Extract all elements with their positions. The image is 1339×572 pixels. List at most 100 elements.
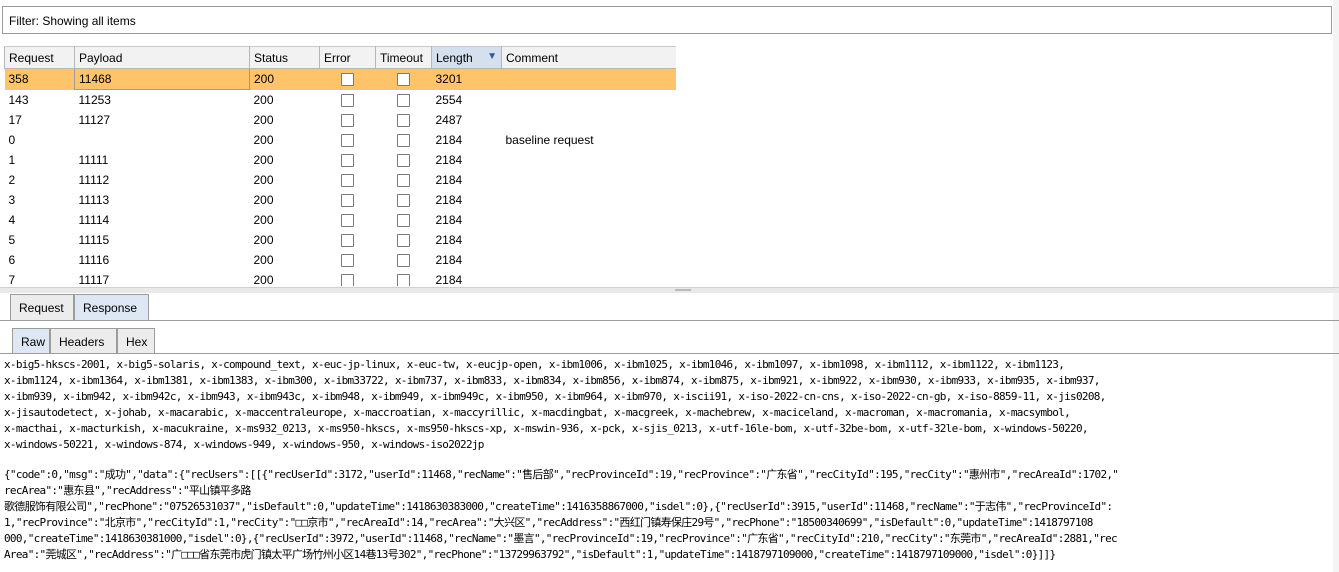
column-header-payload[interactable]: Payload	[74, 46, 250, 69]
table-row[interactable]: 4 11114 200 2184	[5, 210, 677, 230]
cell-error	[320, 170, 376, 190]
tab-response[interactable]: Response	[74, 294, 149, 320]
error-checkbox[interactable]	[341, 93, 354, 107]
timeout-checkbox[interactable]	[397, 194, 410, 208]
filter-text: Filter: Showing all items	[9, 14, 136, 28]
response-text-line: 歌德服饰有限公司","recPhone":"07526531037","isDe…	[4, 500, 1113, 513]
cell-request: 0	[8, 133, 16, 147]
column-header-comment[interactable]: Comment	[501, 46, 676, 69]
error-checkbox[interactable]	[341, 274, 354, 286]
error-checkbox[interactable]	[341, 254, 354, 268]
table-row[interactable]: 0 200 2184 baseline request	[5, 130, 677, 150]
cell-error	[320, 230, 376, 250]
tab-divider	[0, 320, 1339, 321]
cell-comment	[502, 190, 677, 210]
cell-request: 143	[8, 92, 29, 107]
column-header-request[interactable]: Request	[4, 46, 75, 69]
column-header-length-label: Length	[436, 50, 473, 65]
response-text-line: {"code":0,"msg":"成功","data":{"recUsers":…	[4, 468, 1119, 481]
table-row[interactable]: 143 11253 200 2554	[5, 90, 677, 111]
cell-payload: 11112	[78, 173, 110, 187]
column-header-status[interactable]: Status	[249, 46, 320, 69]
timeout-checkbox[interactable]	[397, 134, 410, 148]
cell-comment	[502, 250, 677, 270]
tab-headers[interactable]: Headers	[50, 328, 117, 354]
cell-request: 1	[8, 153, 16, 167]
cell-length: 2184	[435, 173, 463, 187]
column-header-length[interactable]: Length ▼	[431, 46, 502, 69]
cell-error	[320, 270, 376, 286]
cell-timeout	[376, 110, 432, 130]
error-checkbox[interactable]	[341, 114, 354, 128]
error-checkbox[interactable]	[341, 174, 354, 188]
pane-divider[interactable]	[0, 287, 1339, 293]
error-checkbox[interactable]	[341, 194, 354, 208]
cell-status: 200	[253, 233, 274, 247]
cell-status: 200	[253, 213, 274, 227]
cell-error	[320, 250, 376, 270]
table-row[interactable]: 17 11127 200 2487	[5, 110, 677, 130]
table-row[interactable]: 1 11111 200 2184	[5, 150, 677, 170]
cell-payload: 11115	[78, 233, 110, 247]
cell-status: 200	[253, 273, 274, 286]
cell-payload: 11127	[78, 113, 111, 127]
cell-status: 200	[253, 193, 274, 207]
cell-timeout	[376, 190, 432, 210]
table-row[interactable]: 6 11116 200 2184	[5, 250, 677, 270]
cell-comment	[502, 110, 677, 130]
cell-length: 2487	[435, 113, 463, 127]
cell-length: 2184	[435, 273, 463, 286]
cell-payload: 11116	[78, 253, 110, 267]
error-checkbox[interactable]	[341, 73, 354, 87]
cell-timeout	[375, 68, 432, 90]
tab-request[interactable]: Request	[10, 294, 74, 320]
divider-grip-icon[interactable]	[675, 289, 691, 291]
column-header-error[interactable]: Error	[319, 46, 376, 69]
cell-status: 200	[249, 68, 320, 90]
cell-comment	[502, 170, 677, 190]
timeout-checkbox[interactable]	[397, 254, 410, 268]
timeout-checkbox[interactable]	[397, 234, 410, 248]
tab-raw[interactable]: Raw	[12, 328, 50, 354]
cell-length: 3201	[431, 68, 502, 90]
error-checkbox[interactable]	[341, 134, 354, 148]
response-text-line: 000,"createTime":1418630381000,"isdel":0…	[4, 532, 1118, 545]
response-text-line: x-macthai, x-macturkish, x-macukraine, x…	[4, 422, 1089, 435]
cell-payload: 11468	[74, 68, 250, 90]
cell-comment	[502, 230, 677, 250]
timeout-checkbox[interactable]	[397, 174, 410, 188]
timeout-checkbox[interactable]	[397, 93, 410, 107]
filter-bar[interactable]: Filter: Showing all items	[2, 6, 1332, 34]
cell-status: 200	[253, 253, 274, 267]
error-checkbox[interactable]	[341, 214, 354, 228]
cell-error	[320, 190, 376, 210]
error-checkbox[interactable]	[341, 234, 354, 248]
table-row[interactable]: 358 11468 200 3201	[4, 68, 676, 90]
table-row[interactable]: 7 11117 200 2184	[5, 270, 677, 286]
table-row[interactable]: 3 11113 200 2184	[5, 190, 677, 210]
column-header-timeout[interactable]: Timeout	[375, 46, 432, 69]
response-body[interactable]: x-big5-hkscs-2001, x-big5-solaris, x-com…	[4, 357, 1334, 572]
timeout-checkbox[interactable]	[397, 73, 410, 87]
cell-payload	[75, 130, 250, 150]
tab-hex[interactable]: Hex	[117, 328, 155, 354]
cell-timeout	[376, 230, 432, 250]
cell-payload: 11253	[78, 93, 111, 107]
cell-comment	[502, 210, 677, 230]
cell-request: 358	[4, 68, 75, 90]
results-table-body: 358 11468 200 3201 143 11253 200 2554 17 11127 200…	[4, 68, 677, 286]
timeout-checkbox[interactable]	[397, 274, 410, 286]
table-row[interactable]: 2 11112 200 2184	[5, 170, 677, 190]
timeout-checkbox[interactable]	[397, 114, 410, 128]
sort-descending-icon: ▼	[487, 50, 497, 62]
cell-request: 3	[8, 193, 16, 207]
timeout-checkbox[interactable]	[397, 214, 410, 228]
timeout-checkbox[interactable]	[397, 154, 410, 168]
response-text-line: x-windows-50221, x-windows-874, x-window…	[4, 438, 484, 451]
cell-status: 200	[253, 113, 274, 127]
response-json-body: {"code":0,"msg":"成功","data":{"recUsers":…	[4, 467, 1334, 563]
table-row[interactable]: 5 11115 200 2184	[5, 230, 677, 250]
cell-error	[320, 130, 376, 150]
error-checkbox[interactable]	[341, 154, 354, 168]
cell-comment	[502, 150, 677, 170]
